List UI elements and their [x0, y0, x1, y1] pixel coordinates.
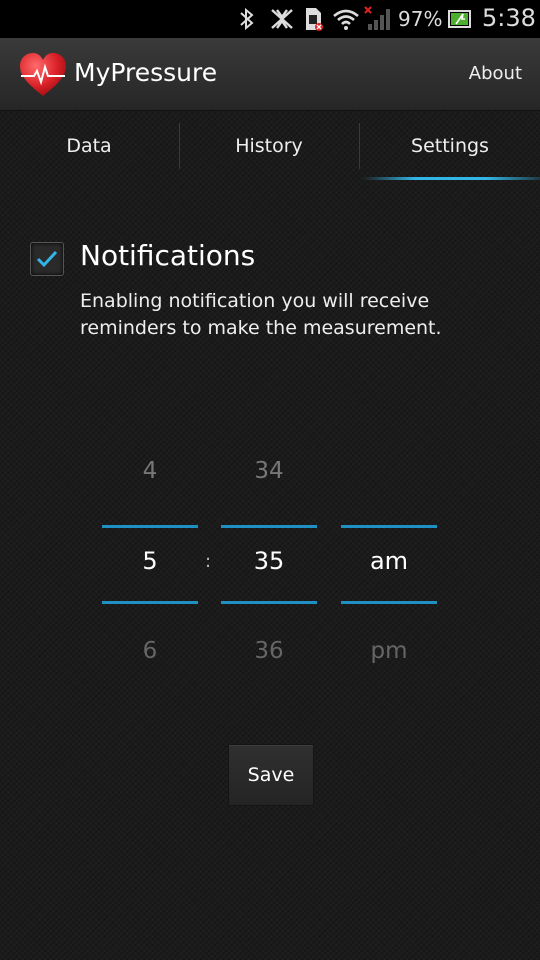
time-separator: : [205, 551, 212, 572]
notifications-description: Enabling notification you will receive r… [80, 290, 442, 339]
about-button[interactable]: About [469, 63, 522, 84]
minute-prev[interactable]: 34 [221, 458, 317, 484]
action-bar: MyPressure About [0, 38, 540, 111]
heart-pulse-icon [18, 52, 68, 98]
tab-data[interactable]: Data [0, 111, 178, 181]
picker-divider [102, 601, 198, 604]
hour-picker[interactable]: 4 5 6 [102, 441, 198, 681]
hour-next[interactable]: 6 [102, 638, 198, 664]
settings-content: Data History Settings Notifications Enab… [0, 111, 540, 960]
notifications-title: Notifications [80, 239, 256, 272]
sim-error-icon [304, 6, 324, 32]
ampm-current[interactable]: am [341, 547, 437, 575]
tab-history[interactable]: History [180, 111, 358, 181]
bluetooth-icon [238, 6, 256, 32]
clock: 5:38 [482, 4, 536, 32]
picker-divider [341, 601, 437, 604]
tab-bar: Data History Settings [0, 111, 540, 181]
app-title: MyPressure [74, 58, 218, 87]
picker-divider [341, 525, 437, 528]
tab-settings[interactable]: Settings [360, 111, 540, 181]
tab-selected-indicator [362, 177, 540, 180]
battery-percent: 97% [398, 7, 443, 31]
battery-charging-icon [448, 6, 472, 32]
picker-divider [221, 525, 317, 528]
ampm-picker[interactable]: am pm [341, 441, 437, 681]
nfc-off-icon [268, 6, 296, 32]
checkmark-icon [36, 250, 58, 268]
picker-divider [221, 601, 317, 604]
minute-next[interactable]: 36 [221, 638, 317, 664]
minute-current[interactable]: 35 [221, 547, 317, 575]
save-button[interactable]: Save [228, 744, 314, 806]
hour-prev[interactable]: 4 [102, 458, 198, 484]
status-bar: 97% 5:38 [0, 0, 540, 38]
hour-current[interactable]: 5 [102, 547, 198, 575]
signal-no-service-icon [364, 6, 392, 32]
wifi-icon [332, 6, 360, 32]
picker-divider [102, 525, 198, 528]
minute-picker[interactable]: 34 35 36 [221, 441, 317, 681]
ampm-next[interactable]: pm [341, 638, 437, 664]
notifications-checkbox[interactable] [30, 242, 64, 276]
